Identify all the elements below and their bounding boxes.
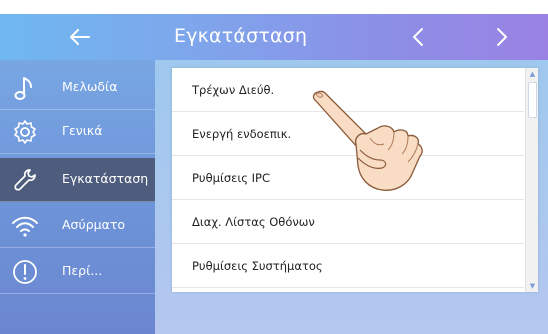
chevron-left-icon xyxy=(413,28,423,46)
sidebar-item-wireless[interactable]: Ασύρματο xyxy=(0,204,155,248)
sidebar-item-label: Μελωδία xyxy=(62,79,118,94)
sidebar-item-installation[interactable]: Εγκατάσταση xyxy=(0,158,155,202)
list-item-label: Ρυθμίσεις Συστήματος xyxy=(192,259,323,273)
arrow-left-icon xyxy=(70,29,90,45)
list-item-monitor-list[interactable]: Διαχ. Λίστας Οθόνων xyxy=(172,200,524,244)
wifi-icon xyxy=(12,216,38,237)
scroll-up-arrow-icon[interactable]: ▲ xyxy=(526,68,539,80)
list-item-label: Ρυθμίσεις IPC xyxy=(192,171,270,185)
gear-icon xyxy=(14,120,36,144)
scrollbar[interactable]: ▲ ▼ xyxy=(525,68,538,292)
list-item-label: Τρέχων Διεύθ. xyxy=(192,83,275,97)
music-note-icon xyxy=(14,77,32,100)
pointing-hand-icon xyxy=(312,90,423,191)
sidebar-item-general[interactable]: Γενικά xyxy=(0,110,155,154)
list-item-label: Ενεργή ενδοεπικ. xyxy=(192,127,292,141)
device-screen: Εγκατάσταση Μελωδία Γενικά Εγκατάσταση Α… xyxy=(0,0,548,334)
sidebar-item-label: Εγκατάσταση xyxy=(62,171,149,186)
back-button[interactable] xyxy=(60,20,100,54)
next-button[interactable] xyxy=(484,20,520,54)
sidebar-item-label: Περί... xyxy=(62,263,103,278)
sidebar-item-label: Γενικά xyxy=(62,123,103,138)
previous-button[interactable] xyxy=(400,20,436,54)
sidebar-item-melody[interactable]: Μελωδία xyxy=(0,66,155,110)
scroll-down-arrow-icon[interactable]: ▼ xyxy=(526,280,539,292)
page-title: Εγκατάσταση xyxy=(174,25,308,47)
sidebar: Μελωδία Γενικά Εγκατάσταση Ασύρματο Περί… xyxy=(0,60,155,334)
list-item-system-settings[interactable]: Ρυθμίσεις Συστήματος xyxy=(172,244,524,288)
chevron-right-icon xyxy=(497,28,507,46)
list-item-label: Διαχ. Λίστας Οθόνων xyxy=(192,215,315,229)
info-icon xyxy=(13,260,37,284)
top-bar: Εγκατάσταση xyxy=(0,14,548,60)
wrench-icon xyxy=(14,169,36,191)
sidebar-item-about[interactable]: Περί... xyxy=(0,250,155,294)
sidebar-item-label: Ασύρματο xyxy=(62,217,126,232)
scroll-thumb[interactable] xyxy=(528,82,537,118)
